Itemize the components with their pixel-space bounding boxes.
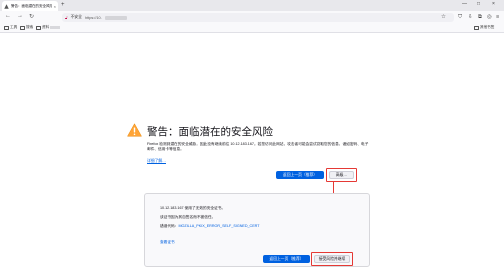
- error-code-link[interactable]: MOZILLA_PKIX_ERROR_SELF_SIGNED_CERT: [178, 224, 259, 228]
- minimize-button[interactable]: —: [462, 1, 467, 7]
- nav-toolbar: ← → ↻ 🔓︎ 不安全 https://10. ☆ ⛉ ⇩ ⧉ ◎ ≡: [0, 11, 504, 24]
- warning-triangle-icon: [127, 123, 142, 137]
- tab-active[interactable]: 警告：面临潜在的安全风险 ×: [2, 1, 58, 11]
- folder-icon: [474, 25, 479, 30]
- advanced-highlight-box: [326, 168, 357, 182]
- page-title: 警告：面临潜在的安全风险: [147, 126, 273, 138]
- error-code-label: 错误代码：: [160, 224, 179, 228]
- bookmark-folder-1[interactable]: 工具: [4, 25, 17, 30]
- back-icon[interactable]: ←: [5, 13, 11, 19]
- bookmark-star-icon[interactable]: ☆: [441, 14, 446, 20]
- self-signed-text: 该证书因为其自签名而不被信任。: [160, 215, 216, 219]
- downloads-icon[interactable]: ⇩: [468, 14, 473, 20]
- bookmark-folder-2[interactable]: 搜索: [20, 25, 33, 30]
- bookmark-label: 工具: [10, 25, 18, 29]
- maximize-button[interactable]: □: [477, 1, 480, 7]
- account-icon[interactable]: ◎: [487, 14, 492, 20]
- accept-risk-highlight-box: [311, 252, 353, 266]
- bookmark-label: 搜索: [26, 25, 34, 29]
- tab-close-icon[interactable]: ×: [54, 4, 56, 9]
- new-tab-button[interactable]: +: [61, 2, 65, 8]
- folder-icon: [4, 25, 9, 30]
- window-close-button[interactable]: ×: [492, 1, 495, 7]
- learn-more-link[interactable]: 详细了解…: [147, 159, 166, 164]
- url-text[interactable]: https://10.: [85, 16, 102, 20]
- bookmarks-bar: 工具 搜索 资料 其他书签: [0, 24, 504, 33]
- go-back-button[interactable]: 返回上一页（推荐）: [276, 171, 324, 179]
- url-redacted: [104, 15, 127, 20]
- extensions-icon[interactable]: ⧉: [478, 14, 482, 21]
- pocket-icon[interactable]: ⛉: [458, 14, 462, 21]
- tab-title: 警告：面临潜在的安全风险: [11, 3, 52, 8]
- other-bookmarks[interactable]: 其他书签: [474, 25, 494, 30]
- warning-icon: [4, 3, 9, 9]
- tab-strip: 警告：面临潜在的安全风险 × + — □ ×: [0, 0, 504, 11]
- forward-icon[interactable]: →: [17, 13, 23, 19]
- error-code-line: 错误代码：MOZILLA_PKIX_ERROR_SELF_SIGNED_CERT: [160, 224, 260, 229]
- reload-icon[interactable]: ↻: [29, 13, 34, 20]
- cert-invalid-text: 10.12.183.167 使用了无效的安全证书。: [160, 206, 226, 210]
- bookmark-folder-3[interactable]: 资料: [36, 25, 61, 30]
- url-bar[interactable]: 🔓︎ 不安全 https://10.: [62, 13, 454, 22]
- bookmark-label: 资料: [42, 25, 50, 29]
- insecure-lock-icon[interactable]: 🔓︎: [65, 15, 68, 20]
- view-certificate-link[interactable]: 查看证书: [160, 240, 175, 245]
- folder-icon: [36, 25, 41, 30]
- bookmark-redacted: [50, 26, 61, 29]
- go-back-button-advanced[interactable]: 返回上一页（推荐）: [263, 255, 310, 263]
- insecure-label: 不安全: [70, 15, 82, 19]
- other-bookmarks-label: 其他书签: [480, 25, 495, 29]
- folder-icon: [20, 25, 25, 30]
- warning-description: Firefox 检测到潜在的安全威胁，因此没有继续前往 10.12.183.16…: [147, 142, 369, 152]
- menu-icon[interactable]: ≡: [496, 14, 499, 20]
